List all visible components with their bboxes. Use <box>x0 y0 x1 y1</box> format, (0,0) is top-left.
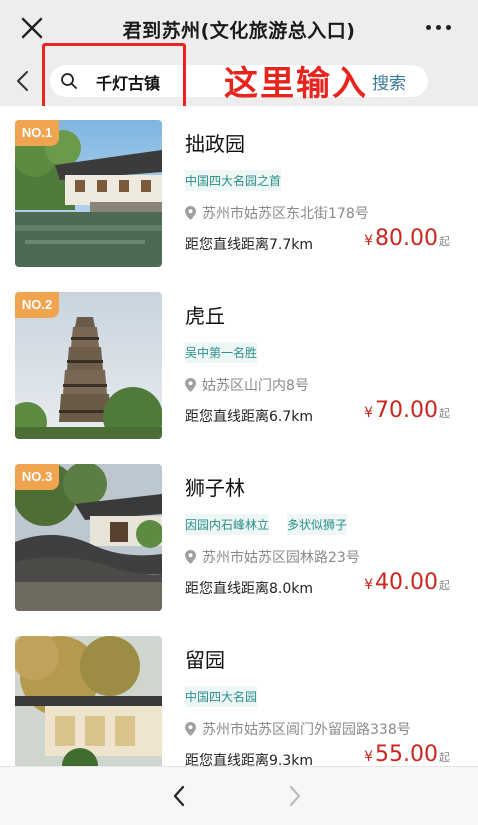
currency-symbol: ¥ <box>364 405 374 421</box>
price-value: 55.00 <box>375 742 438 766</box>
location-pin-icon <box>185 550 196 564</box>
attraction-name: 拙政园 <box>185 132 245 156</box>
rank-badge: NO.2 <box>15 292 59 318</box>
attraction-photo <box>15 636 162 766</box>
price: ¥40.00起 <box>364 570 450 595</box>
address-text: 苏州市姑苏区阊门外留园路338号 <box>202 722 411 738</box>
distance: 距您直线距离8.0km <box>185 581 314 597</box>
price-suffix: 起 <box>439 751 450 764</box>
tag: 中国四大名园 <box>185 686 258 707</box>
address: 苏州市姑苏区东北街178号 <box>185 203 369 223</box>
price-value: 80.00 <box>375 226 438 251</box>
tag: 吴中第一名胜 <box>185 342 258 363</box>
rank-badge: NO.3 <box>15 464 59 490</box>
price: ¥70.00起 <box>364 398 450 423</box>
price-suffix: 起 <box>439 407 450 420</box>
location-pin-icon <box>185 722 196 736</box>
more-icon[interactable] <box>426 25 452 33</box>
location-pin-icon <box>185 206 196 220</box>
search-button[interactable]: 搜索 <box>372 69 406 94</box>
attraction-name: 狮子林 <box>185 476 245 500</box>
address: 苏州市姑苏区阊门外留园路338号 <box>185 719 411 739</box>
attraction-name: 虎丘 <box>185 304 225 328</box>
back-arrow-icon[interactable] <box>12 68 34 94</box>
list-item[interactable]: NO.1 拙政园 中国四大名园之首 苏州市姑苏区东北街178号 距您直线距离7.… <box>0 106 478 278</box>
price: ¥55.00起 <box>364 742 450 766</box>
page-title: 君到苏州(文化旅游总入口) <box>122 20 356 42</box>
list-item[interactable]: 留园 中国四大名园 苏州市姑苏区阊门外留园路338号 距您直线距离9.3km ¥… <box>0 622 478 766</box>
address-text: 苏州市姑苏区园林路23号 <box>202 550 360 566</box>
tag-list: 因园内石峰林立 多状似狮子 <box>185 514 365 535</box>
tag: 多状似狮子 <box>287 514 348 535</box>
distance: 距您直线距离6.7km <box>185 409 314 425</box>
price-suffix: 起 <box>439 579 450 592</box>
rank-badge: NO.1 <box>15 120 59 146</box>
address-text: 苏州市姑苏区东北街178号 <box>202 206 369 222</box>
attraction-list: NO.1 拙政园 中国四大名园之首 苏州市姑苏区东北街178号 距您直线距离7.… <box>0 106 478 766</box>
distance: 距您直线距离7.7km <box>185 237 314 253</box>
tag-list: 中国四大名园之首 <box>185 170 299 191</box>
nav-back-icon[interactable] <box>170 783 188 809</box>
tag: 中国四大名园之首 <box>185 170 282 191</box>
location-pin-icon <box>185 378 196 392</box>
distance: 距您直线距离9.3km <box>185 753 314 766</box>
address: 苏州市姑苏区园林路23号 <box>185 547 360 567</box>
price-value: 70.00 <box>375 398 438 423</box>
tag-list: 吴中第一名胜 <box>185 342 275 363</box>
address-text: 姑苏区山门内8号 <box>202 378 309 394</box>
currency-symbol: ¥ <box>364 233 374 249</box>
annotation-highlight-box <box>42 43 186 110</box>
currency-symbol: ¥ <box>364 749 374 765</box>
price-value: 40.00 <box>375 570 438 595</box>
tag: 因园内石峰林立 <box>185 514 270 535</box>
list-item[interactable]: NO.3 狮子林 因园内石峰林立 多状似狮子 苏州市姑苏区园林路23号 距您直线距… <box>0 450 478 622</box>
browser-nav-bar <box>0 766 478 825</box>
attraction-name: 留园 <box>185 648 225 672</box>
currency-symbol: ¥ <box>364 577 374 593</box>
list-item[interactable]: NO.2 虎丘 吴中第一名胜 姑苏区山门内8号 距您直线距离6.7km ¥70.… <box>0 278 478 450</box>
address: 姑苏区山门内8号 <box>185 375 309 395</box>
annotation-text: 这里输入 <box>224 64 368 104</box>
nav-forward-icon[interactable] <box>286 783 304 809</box>
tag-list: 中国四大名园 <box>185 686 275 707</box>
price-suffix: 起 <box>439 235 450 248</box>
price: ¥80.00起 <box>364 226 450 251</box>
